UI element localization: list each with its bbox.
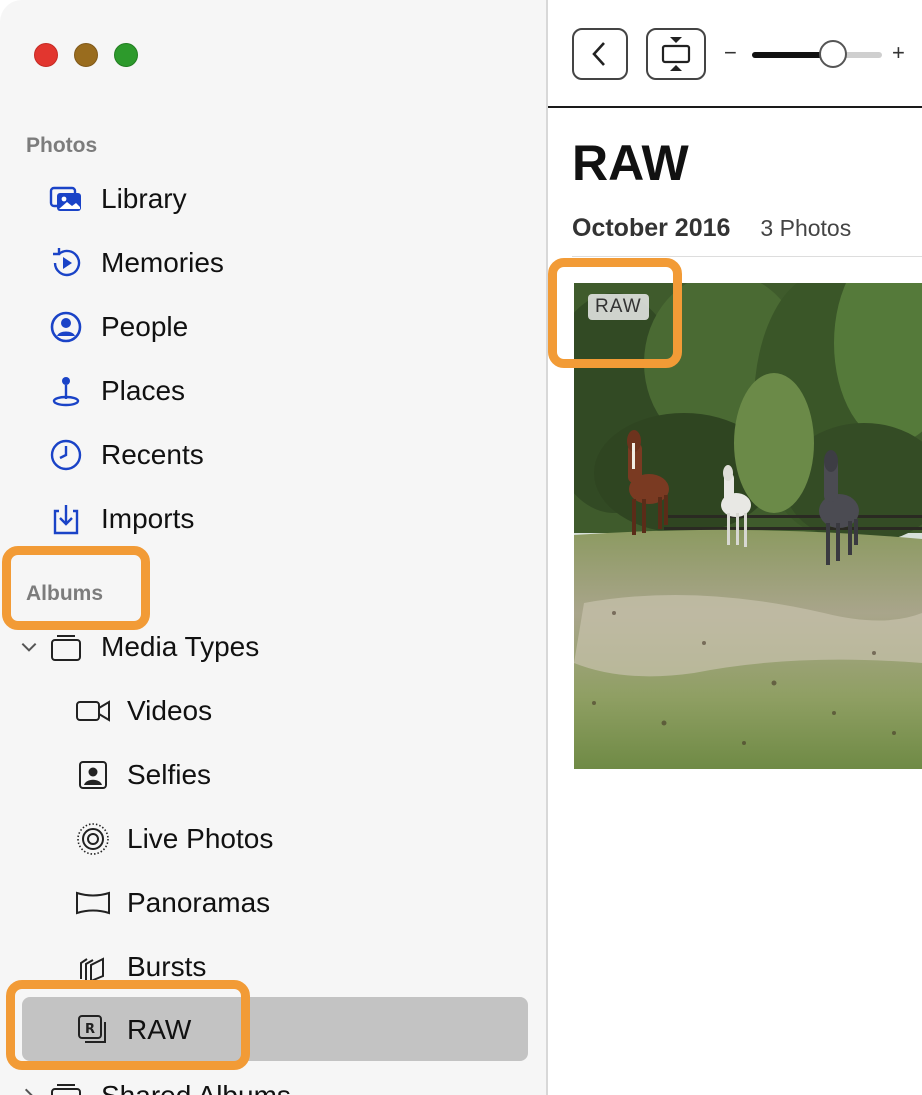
sidebar-item-raw[interactable]: R RAW (0, 1000, 530, 1060)
toolbar: − + (548, 0, 922, 108)
sidebar-item-library[interactable]: Library (0, 169, 530, 229)
sidebar-item-label: Places (101, 375, 186, 406)
live-photo-icon (75, 821, 111, 857)
sidebar-item-live-photos[interactable]: Live Photos (0, 809, 530, 869)
slideshow-button[interactable] (646, 28, 706, 80)
sidebar-item-imports[interactable]: Imports (0, 489, 530, 549)
sidebar-item-label: Memories (101, 247, 224, 278)
sidebar-item-label: Shared Albums (101, 1080, 291, 1095)
chevron-left-icon (587, 39, 613, 69)
sidebar-item-label: Media Types (101, 631, 260, 662)
date-header: October 2016 3 Photos (572, 214, 851, 243)
sidebar-item-label: Bursts (127, 951, 207, 982)
section-label-photos: Photos (26, 134, 98, 157)
sidebar-item-bursts[interactable]: Bursts (0, 937, 530, 997)
sidebar-item-label: People (101, 311, 189, 342)
photo-thumbnail[interactable] (574, 283, 922, 769)
library-icon (48, 181, 84, 217)
sidebar-item-memories[interactable]: Memories (0, 233, 530, 293)
horses-photo-image (574, 283, 922, 769)
zoom-slider[interactable] (752, 52, 882, 58)
sidebar-item-people[interactable]: People (0, 297, 530, 357)
sidebar-item-label: Recents (101, 439, 204, 470)
sidebar-item-label: Panoramas (127, 887, 271, 918)
chevron-down-icon[interactable] (14, 629, 44, 665)
raw-icon: R (75, 1012, 111, 1048)
photos-window: Photos Library Memories People Places Re… (0, 0, 922, 1095)
selfie-icon (75, 757, 111, 793)
fit-vertical-icon (658, 34, 694, 74)
bursts-icon (75, 949, 111, 985)
places-icon (48, 373, 84, 409)
zoom-slider-knob[interactable] (818, 40, 847, 68)
shared-albums-icon (48, 1078, 84, 1095)
sidebar-item-selfies[interactable]: Selfies (0, 745, 530, 805)
people-icon (48, 309, 84, 345)
minimize-window-button[interactable] (74, 43, 98, 67)
window-controls (34, 43, 138, 67)
main-content: − + RAW October 2016 3 Photos RAW (548, 0, 922, 1095)
zoom-in-label[interactable]: + (892, 40, 905, 66)
sidebar-item-videos[interactable]: Videos (0, 681, 530, 741)
date-label: October 2016 (572, 214, 731, 242)
back-button[interactable] (572, 28, 628, 80)
divider (572, 256, 922, 257)
sidebar: Photos Library Memories People Places Re… (0, 0, 548, 1095)
folder-stack-icon (48, 629, 84, 665)
sidebar-item-label: Library (101, 183, 187, 214)
sidebar-item-label: Videos (127, 695, 213, 726)
sidebar-item-media-types[interactable]: Media Types (0, 617, 530, 677)
chevron-right-icon[interactable] (14, 1078, 44, 1095)
sidebar-item-label: Selfies (127, 759, 212, 790)
page-title: RAW (572, 135, 689, 191)
photo-count: 3 Photos (760, 215, 852, 241)
sidebar-item-label: Live Photos (127, 823, 274, 854)
recents-icon (48, 437, 84, 473)
zoom-window-button[interactable] (114, 43, 138, 67)
sidebar-item-label: Imports (101, 503, 195, 534)
imports-icon (48, 501, 84, 537)
memories-icon (48, 245, 84, 281)
zoom-out-label[interactable]: − (724, 40, 737, 66)
section-label-albums: Albums (26, 582, 104, 605)
sidebar-item-recents[interactable]: Recents (0, 425, 530, 485)
close-window-button[interactable] (34, 43, 58, 67)
video-camera-icon (75, 693, 111, 729)
panorama-icon (75, 885, 111, 921)
svg-text:R: R (85, 1022, 95, 1037)
raw-badge: RAW (588, 294, 649, 320)
sidebar-item-places[interactable]: Places (0, 361, 530, 421)
sidebar-item-panoramas[interactable]: Panoramas (0, 873, 530, 933)
sidebar-item-label: RAW (127, 1014, 192, 1045)
sidebar-item-shared-albums[interactable]: Shared Albums (0, 1066, 530, 1095)
